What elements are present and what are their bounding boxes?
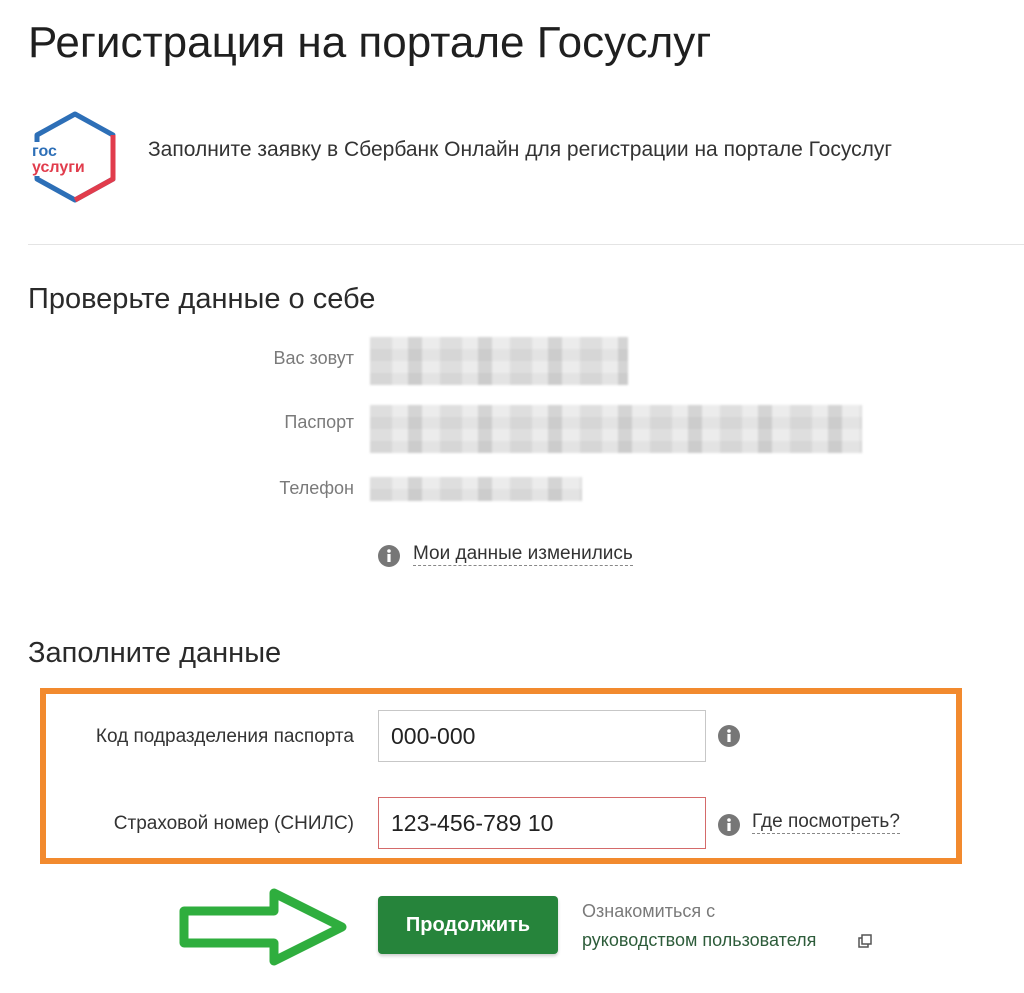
logo-line1: гос bbox=[32, 143, 57, 160]
fill-section-title: Заполните данные bbox=[28, 637, 282, 669]
my-data-changed-link[interactable]: Мои данные изменились bbox=[413, 543, 633, 566]
logo-line2: услуги bbox=[32, 159, 85, 176]
passport-value-redacted bbox=[370, 405, 862, 453]
name-value-redacted bbox=[370, 337, 628, 385]
info-icon[interactable] bbox=[718, 814, 740, 836]
page-title: Регистрация на портале Госуслуг bbox=[28, 18, 712, 67]
check-section-title: Проверьте данные о себе bbox=[28, 283, 376, 315]
info-icon bbox=[378, 545, 400, 567]
continue-button[interactable]: Продолжить bbox=[378, 896, 558, 954]
snils-label: Страховой номер (СНИЛС) bbox=[113, 813, 354, 834]
intro-text: Заполните заявку в Сбербанк Онлайн для р… bbox=[148, 138, 892, 161]
snils-input[interactable] bbox=[378, 797, 706, 849]
gosuslugi-logo: гос услуги bbox=[30, 111, 116, 203]
passport-label: Паспорт bbox=[284, 412, 354, 432]
external-link-icon bbox=[858, 934, 872, 948]
passport-code-input[interactable] bbox=[378, 710, 706, 762]
phone-value-redacted bbox=[370, 477, 582, 501]
name-label: Вас зовут bbox=[273, 348, 355, 368]
passport-code-label: Код подразделения паспорта bbox=[95, 726, 354, 747]
user-guide-link[interactable]: руководством пользователя bbox=[582, 930, 816, 951]
where-to-find-link[interactable]: Где посмотреть? bbox=[752, 811, 900, 834]
divider bbox=[28, 244, 1024, 245]
arrow-right-icon bbox=[179, 888, 347, 966]
guide-prefix-text: Ознакомиться с bbox=[582, 901, 716, 921]
info-icon[interactable] bbox=[718, 725, 740, 747]
phone-label: Телефон bbox=[279, 478, 354, 498]
